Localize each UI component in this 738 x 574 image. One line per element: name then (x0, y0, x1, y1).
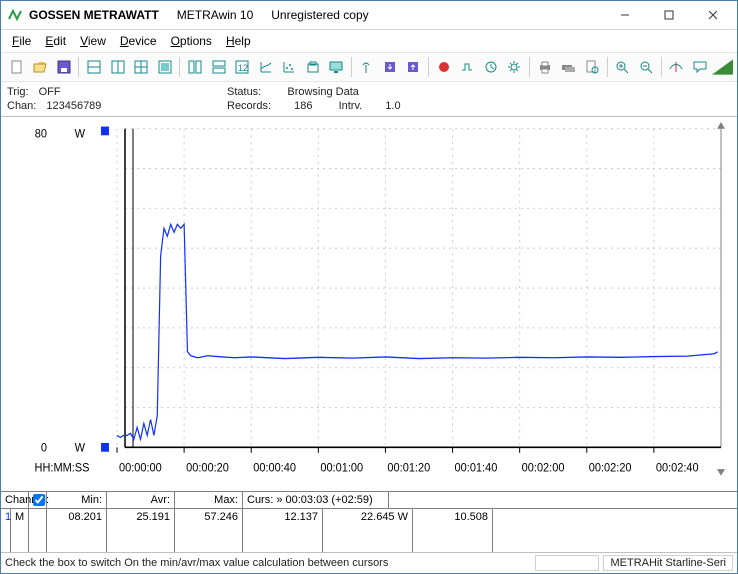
tb-view1-icon[interactable] (82, 55, 105, 79)
tb-save-icon[interactable] (52, 55, 75, 79)
svg-text:W: W (75, 128, 86, 141)
row-avr: 25.191 (107, 509, 175, 552)
tb-data-icon[interactable]: 12 (230, 55, 253, 79)
menu-device[interactable]: Device (113, 33, 164, 49)
svg-text:12: 12 (238, 63, 248, 73)
records-label: Records: (227, 99, 271, 113)
hdr-min: Min: (47, 492, 107, 508)
svg-text:0: 0 (41, 442, 47, 455)
menu-view[interactable]: View (73, 33, 113, 49)
title-brand: GOSSEN METRAWATT (29, 8, 159, 22)
svg-text:W: W (75, 442, 86, 455)
region-flag-icon (712, 59, 733, 75)
row-c: 10.508 (413, 509, 493, 552)
menu-edit[interactable]: Edit (38, 33, 73, 49)
tb-tileh-icon[interactable] (207, 55, 230, 79)
svg-text:00:02:20: 00:02:20 (589, 462, 632, 475)
tb-printall-icon[interactable] (557, 55, 580, 79)
tb-open-icon[interactable] (28, 55, 51, 79)
app-logo-icon (7, 7, 23, 23)
data-table: Channel: Min: Avr: Max: Curs: » 00:03:03… (1, 491, 737, 552)
status-message: Check the box to switch On the min/avr/m… (5, 557, 388, 569)
hdr-checkbox (29, 492, 47, 508)
scroll-up-icon (717, 122, 725, 129)
svg-text:00:01:20: 00:01:20 (387, 462, 430, 475)
svg-text:HH:MM:SS: HH:MM:SS (35, 462, 90, 475)
tb-zoomin-icon[interactable] (611, 55, 634, 79)
trig-value: OFF (39, 85, 61, 99)
svg-text:00:00:40: 00:00:40 (253, 462, 296, 475)
tb-new-icon[interactable] (5, 55, 28, 79)
status-value: Browsing Data (287, 85, 359, 99)
app-window: GOSSEN METRAWATT METRAwin 10 Unregistere… (0, 0, 738, 574)
tb-print-icon[interactable] (533, 55, 556, 79)
info-bar: Trig: OFF Chan: 123456789 Status: Browsing… (1, 82, 737, 117)
row-min: 08.201 (47, 509, 107, 552)
tb-view2-icon[interactable] (106, 55, 129, 79)
tb-trigger-icon[interactable] (456, 55, 479, 79)
hdr-curs: Curs: » 00:03:03 (+02:59) (243, 492, 389, 508)
svg-text:00:02:40: 00:02:40 (656, 462, 699, 475)
title-state: Unregistered copy (271, 8, 368, 22)
row-max: 57.246 (175, 509, 243, 552)
tb-view4-icon[interactable] (153, 55, 176, 79)
tb-xy-icon[interactable] (277, 55, 300, 79)
tb-monitor-icon[interactable] (324, 55, 347, 79)
chart-area[interactable]: 80 0 W W HH:MM:SS 00:00:00 00:00:20 00:00:40 00:… (1, 117, 737, 491)
intrv-value: 1.0 (385, 99, 400, 113)
title-bar: GOSSEN METRAWATT METRAwin 10 Unregistere… (1, 1, 737, 30)
tb-yt-icon[interactable] (254, 55, 277, 79)
intrv-label: Intrv. (339, 99, 363, 113)
chan-value: 123456789 (46, 99, 101, 113)
svg-text:80: 80 (35, 128, 47, 141)
status-label: Status: (227, 85, 261, 99)
row-dev: M (11, 509, 29, 552)
svg-text:00:01:00: 00:01:00 (320, 462, 363, 475)
menu-file[interactable]: File (5, 33, 38, 49)
hdr-channel: Channel: (1, 492, 29, 508)
maximize-button[interactable] (647, 2, 691, 28)
tb-view3-icon[interactable] (129, 55, 152, 79)
svg-text:00:00:20: 00:00:20 (186, 462, 229, 475)
hdr-avr: Avr: (107, 492, 175, 508)
table-row: 1 M 08.201 25.191 57.246 12.137 22.645 W… (1, 509, 737, 552)
menu-options[interactable]: Options (164, 33, 219, 49)
tb-cursor-icon[interactable] (664, 55, 687, 79)
hdr-max: Max: (175, 492, 243, 508)
tb-comment-icon[interactable] (688, 55, 711, 79)
tb-logger-icon[interactable] (301, 55, 324, 79)
tb-preview-icon[interactable] (580, 55, 603, 79)
close-button[interactable] (691, 2, 735, 28)
tb-antenna-icon[interactable] (355, 55, 378, 79)
tb-diskout-icon[interactable] (378, 55, 401, 79)
minmax-checkbox[interactable] (33, 494, 45, 506)
scroll-down-icon (717, 469, 725, 476)
tb-diskin-icon[interactable] (402, 55, 425, 79)
records-value: 186 (294, 99, 312, 113)
row-a: 12.137 (243, 509, 323, 552)
tb-zoomout-icon[interactable] (634, 55, 657, 79)
row-idx: 1 (1, 509, 11, 552)
trig-label: Trig: (7, 85, 29, 99)
toolbar: 12 (1, 53, 737, 82)
menu-bar: File Edit View Device Options Help (1, 30, 737, 53)
tb-clock-icon[interactable] (479, 55, 502, 79)
row-b: 22.645 W (323, 509, 413, 552)
tb-gear-icon[interactable] (503, 55, 526, 79)
title-app: METRAwin 10 (177, 8, 253, 22)
menu-help[interactable]: Help (219, 33, 258, 49)
svg-text:00:01:40: 00:01:40 (455, 462, 498, 475)
tb-tilev-icon[interactable] (183, 55, 206, 79)
status-device: METRAHit Starline-Seri (603, 555, 733, 571)
tb-record-icon[interactable] (432, 55, 455, 79)
svg-text:00:02:00: 00:02:00 (522, 462, 565, 475)
svg-text:00:00:00: 00:00:00 (119, 462, 162, 475)
chan-label: Chan: (7, 99, 36, 113)
minimize-button[interactable] (603, 2, 647, 28)
status-bar: Check the box to switch On the min/avr/m… (1, 552, 737, 573)
